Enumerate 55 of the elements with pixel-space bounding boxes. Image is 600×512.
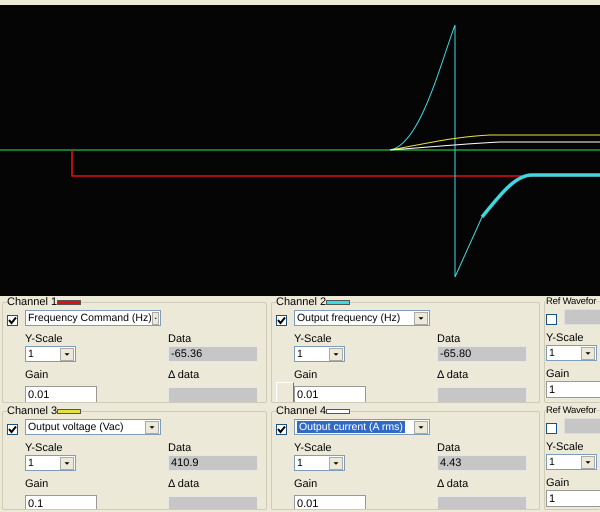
- channel-title: Channel 1: [7, 297, 58, 308]
- data-label: Data: [437, 441, 462, 455]
- dropdown[interactable]: Output voltage (Vac): [25, 419, 161, 435]
- dropdown[interactable]: 1: [546, 454, 597, 470]
- dropdown[interactable]: 1: [25, 455, 76, 471]
- gain-label: Gain: [294, 477, 318, 491]
- panel-title: Ref Wavefor: [546, 406, 596, 416]
- gain-label: Gain: [25, 368, 50, 382]
- y-scale-label: Y-Scale: [294, 441, 333, 455]
- checkbox[interactable]: [7, 315, 18, 326]
- checkbox[interactable]: [7, 424, 18, 435]
- gain-field[interactable]: 0.01: [294, 386, 366, 402]
- dropdown[interactable]: Output current (A rms): [294, 419, 430, 435]
- disabled-field: [564, 418, 600, 434]
- dropdown[interactable]: Output frequency (Hz): [294, 310, 430, 326]
- panel-title: Ref Wavefor: [546, 297, 596, 307]
- y-scale-label: Y-Scale: [546, 440, 585, 454]
- y-scale-label: Y-Scale: [25, 332, 64, 346]
- gain-label: Gain: [546, 367, 570, 381]
- delta-data-label: Δ data: [437, 477, 470, 491]
- gain-field[interactable]: 0.01: [25, 386, 97, 402]
- dropdown[interactable]: 1: [294, 455, 345, 471]
- delta-data-label: Δ data: [168, 477, 200, 491]
- data-field: 410.9: [168, 455, 258, 471]
- gain-label: Gain: [546, 476, 570, 490]
- y-scale-label: Y-Scale: [25, 441, 64, 455]
- gain-label: Gain: [294, 368, 318, 382]
- dropdown[interactable]: 1: [294, 346, 345, 362]
- checkbox[interactable]: [276, 315, 287, 326]
- dropdown[interactable]: 1: [25, 346, 76, 362]
- data-field: -65.80: [437, 346, 527, 362]
- dropdown[interactable]: 1: [546, 345, 597, 361]
- y-scale-label: Y-Scale: [294, 332, 333, 346]
- data-label: Data: [168, 332, 192, 346]
- data-label: Data: [437, 332, 462, 346]
- gain-field[interactable]: 0.01: [294, 495, 366, 509]
- gain-field[interactable]: 1: [546, 490, 600, 507]
- gain-label: Gain: [25, 477, 50, 491]
- gain-field[interactable]: 0.1: [25, 495, 97, 509]
- data-field: 4.43: [437, 455, 527, 471]
- disabled-field: [564, 309, 600, 325]
- data-field: -65.36: [168, 346, 258, 362]
- channel-title: Channel 2: [276, 297, 326, 308]
- dropdown[interactable]: Frequency Command (Hz): [25, 310, 161, 326]
- y-scale-label: Y-Scale: [546, 331, 585, 345]
- delta-data-label: Δ data: [168, 368, 200, 382]
- channel-title: Channel 3: [7, 406, 58, 417]
- checkbox[interactable]: [276, 424, 287, 435]
- delta-data-label: Δ data: [437, 368, 470, 382]
- gain-field[interactable]: 1: [546, 381, 600, 398]
- data-label: Data: [168, 441, 192, 455]
- square-button[interactable]: [276, 382, 294, 402]
- channel-title: Channel 4: [276, 406, 326, 417]
- checkbox[interactable]: [546, 423, 557, 434]
- checkbox[interactable]: [546, 314, 557, 325]
